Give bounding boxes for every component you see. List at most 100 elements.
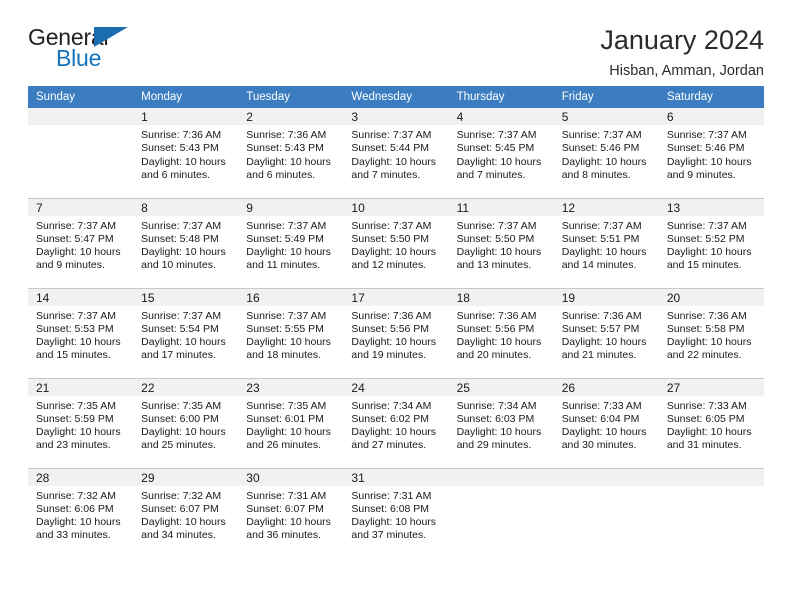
day-number: 27 <box>658 378 764 396</box>
weekday-header-friday: Friday <box>553 86 659 108</box>
daylight-line: Daylight: 10 hours <box>246 426 331 439</box>
calendar-day-cell[interactable]: 17 Sunrise: 7:36 AM Sunset: 5:56 PM Dayligh… <box>343 287 449 378</box>
daylight-line-cont: and 26 minutes. <box>246 439 321 452</box>
daylight-line-cont: and 9 minutes. <box>36 259 105 272</box>
sunset-line: Sunset: 5:51 PM <box>561 232 640 245</box>
day-number <box>658 468 764 486</box>
page-title: January 2024 <box>600 25 764 55</box>
calendar-day-cell[interactable]: 8 Sunrise: 7:37 AM Sunset: 5:48 PM Daylight… <box>133 197 239 288</box>
masthead: General Blue January 2024 Hisban, Amman,… <box>28 0 764 80</box>
calendar-day-cell[interactable]: 22 Sunrise: 7:35 AM Sunset: 6:00 PM Dayligh… <box>133 377 239 468</box>
daylight-line-cont: and 6 minutes. <box>246 168 316 181</box>
calendar-day-cell[interactable]: 27 Sunrise: 7:33 AM Sunset: 6:05 PM Dayligh… <box>658 377 764 468</box>
daylight-line: Daylight: 10 hours <box>561 246 647 259</box>
sunset-line: Sunset: 5:54 PM <box>141 322 219 335</box>
daylight-line-cont: and 7 minutes. <box>456 168 526 181</box>
calendar-day-cell[interactable]: 20 Sunrise: 7:36 AM Sunset: 5:58 PM Dayligh… <box>658 287 764 378</box>
calendar-day-cell[interactable]: 21 Sunrise: 7:35 AM Sunset: 5:59 PM Dayligh… <box>28 377 134 468</box>
daylight-line: Daylight: 10 hours <box>36 246 121 259</box>
weekday-header-thursday: Thursday <box>448 86 554 108</box>
calendar-day-cell[interactable]: 3 Sunrise: 7:37 AM Sunset: 5:44 PM Daylight… <box>343 108 449 198</box>
day-details: Sunrise: 7:37 AM Sunset: 5:49 PM Daylight:… <box>238 216 343 273</box>
day-number: 15 <box>133 288 239 306</box>
sunrise-line: Sunrise: 7:33 AM <box>561 399 642 412</box>
calendar-table: Sunday Monday Tuesday Wednesday Thursday… <box>28 86 764 558</box>
daylight-line-cont: and 31 minutes. <box>666 439 742 452</box>
sunset-line: Sunset: 6:05 PM <box>666 412 745 425</box>
calendar-day-cell[interactable]: 24 Sunrise: 7:34 AM Sunset: 6:02 PM Dayligh… <box>343 377 449 468</box>
daylight-line-cont: and 25 minutes. <box>141 439 216 452</box>
sunrise-line: Sunrise: 7:37 AM <box>351 129 432 141</box>
daylight-line: Daylight: 10 hours <box>351 336 437 349</box>
calendar-day-cell[interactable]: 13 Sunrise: 7:37 AM Sunset: 5:52 PM Dayligh… <box>658 197 764 288</box>
sunset-line: Sunset: 5:53 PM <box>36 322 114 335</box>
daylight-line: Daylight: 10 hours <box>456 246 542 259</box>
day-number: 17 <box>343 288 449 306</box>
sunset-line: Sunset: 6:07 PM <box>246 502 324 515</box>
sunset-line: Sunset: 5:46 PM <box>561 142 640 155</box>
day-number: 2 <box>238 108 344 125</box>
sunset-line: Sunset: 5:55 PM <box>246 322 324 335</box>
calendar-day-cell[interactable]: 7 Sunrise: 7:37 AM Sunset: 5:47 PM Daylight… <box>28 197 134 288</box>
calendar-day-cell[interactable]: 16 Sunrise: 7:37 AM Sunset: 5:55 PM Dayligh… <box>238 287 344 378</box>
sunset-line: Sunset: 6:03 PM <box>456 412 535 425</box>
calendar-day-cell[interactable]: 25 Sunrise: 7:34 AM Sunset: 6:03 PM Dayligh… <box>448 377 554 468</box>
sunrise-line: Sunrise: 7:37 AM <box>36 309 116 322</box>
daylight-line-cont: and 14 minutes. <box>561 259 637 272</box>
day-details: Sunrise: 7:32 AM Sunset: 6:06 PM Daylight:… <box>28 486 133 543</box>
day-details: Sunrise: 7:37 AM Sunset: 5:46 PM Daylight:… <box>554 125 659 182</box>
calendar-day-cell[interactable]: 30 Sunrise: 7:31 AM Sunset: 6:07 PM Dayligh… <box>238 467 344 558</box>
daylight-line: Daylight: 10 hours <box>561 426 647 439</box>
sunrise-line: Sunrise: 7:35 AM <box>246 399 327 412</box>
sunset-line: Sunset: 5:43 PM <box>141 142 219 155</box>
daylight-line: Daylight: 10 hours <box>561 155 647 168</box>
calendar-day-cell[interactable]: 9 Sunrise: 7:37 AM Sunset: 5:49 PM Daylight… <box>238 197 344 288</box>
weekday-header-wednesday: Wednesday <box>343 86 449 108</box>
calendar-day-cell[interactable]: 14 Sunrise: 7:37 AM Sunset: 5:53 PM Dayligh… <box>28 287 134 378</box>
daylight-line-cont: and 36 minutes. <box>246 529 321 542</box>
calendar-day-cell[interactable]: 1 Sunrise: 7:36 AM Sunset: 5:43 PM Daylight… <box>133 108 239 198</box>
daylight-line-cont: and 13 minutes. <box>456 259 532 272</box>
day-number <box>553 468 659 486</box>
sunrise-line: Sunrise: 7:37 AM <box>36 219 116 232</box>
general-blue-logo[interactable]: General Blue <box>28 26 168 78</box>
sunset-line: Sunset: 6:02 PM <box>351 412 430 425</box>
calendar-day-cell[interactable]: 10 Sunrise: 7:37 AM Sunset: 5:50 PM Dayligh… <box>343 197 449 288</box>
daylight-line: Daylight: 10 hours <box>456 155 542 168</box>
calendar-day-cell[interactable]: 11 Sunrise: 7:37 AM Sunset: 5:50 PM Dayligh… <box>448 197 554 288</box>
daylight-line: Daylight: 10 hours <box>246 246 331 259</box>
sunrise-line: Sunrise: 7:36 AM <box>246 129 327 141</box>
calendar-day-cell[interactable]: 19 Sunrise: 7:36 AM Sunset: 5:57 PM Dayligh… <box>553 287 659 378</box>
sunset-line: Sunset: 5:46 PM <box>666 142 745 155</box>
calendar-day-cell[interactable]: 15 Sunrise: 7:37 AM Sunset: 5:54 PM Dayligh… <box>133 287 239 378</box>
calendar-day-cell[interactable]: 18 Sunrise: 7:36 AM Sunset: 5:56 PM Dayligh… <box>448 287 554 378</box>
calendar-day-cell[interactable]: 23 Sunrise: 7:35 AM Sunset: 6:01 PM Dayligh… <box>238 377 344 468</box>
sunset-line: Sunset: 6:06 PM <box>36 502 114 515</box>
day-details: Sunrise: 7:36 AM Sunset: 5:57 PM Daylight:… <box>554 306 659 363</box>
calendar-day-cell[interactable]: 28 Sunrise: 7:32 AM Sunset: 6:06 PM Dayligh… <box>28 467 134 558</box>
sunrise-line: Sunrise: 7:36 AM <box>666 309 747 322</box>
sunrise-line: Sunrise: 7:37 AM <box>666 129 747 141</box>
sunset-line: Sunset: 5:50 PM <box>351 232 430 245</box>
day-number: 18 <box>448 288 554 306</box>
calendar-day-cell[interactable]: 5 Sunrise: 7:37 AM Sunset: 5:46 PM Daylight… <box>553 108 659 198</box>
day-details: Sunrise: 7:37 AM Sunset: 5:46 PM Daylight:… <box>659 125 764 182</box>
weekday-header-tuesday: Tuesday <box>238 86 344 108</box>
calendar-day-cell[interactable]: 29 Sunrise: 7:32 AM Sunset: 6:07 PM Dayligh… <box>133 467 239 558</box>
day-number: 31 <box>343 468 449 486</box>
sunrise-line: Sunrise: 7:31 AM <box>351 489 432 502</box>
sunrise-line: Sunrise: 7:37 AM <box>456 219 537 232</box>
calendar-day-cell[interactable]: 26 Sunrise: 7:33 AM Sunset: 6:04 PM Dayligh… <box>553 377 659 468</box>
daylight-line-cont: and 21 minutes. <box>561 349 637 362</box>
calendar-day-cell[interactable]: 2 Sunrise: 7:36 AM Sunset: 5:43 PM Daylight… <box>238 108 344 198</box>
day-number: 3 <box>343 108 449 125</box>
calendar-day-cell-empty <box>553 467 659 558</box>
sunset-line: Sunset: 6:07 PM <box>141 502 219 515</box>
calendar-day-cell[interactable]: 6 Sunrise: 7:37 AM Sunset: 5:46 PM Daylight… <box>658 108 764 198</box>
weekday-header-sunday: Sunday <box>28 86 134 108</box>
calendar-day-cell[interactable]: 12 Sunrise: 7:37 AM Sunset: 5:51 PM Dayligh… <box>553 197 659 288</box>
day-number: 20 <box>658 288 764 306</box>
calendar-day-cell[interactable]: 4 Sunrise: 7:37 AM Sunset: 5:45 PM Daylight… <box>448 108 554 198</box>
day-number <box>28 108 134 125</box>
calendar-day-cell[interactable]: 31 Sunrise: 7:31 AM Sunset: 6:08 PM Dayligh… <box>343 467 449 558</box>
